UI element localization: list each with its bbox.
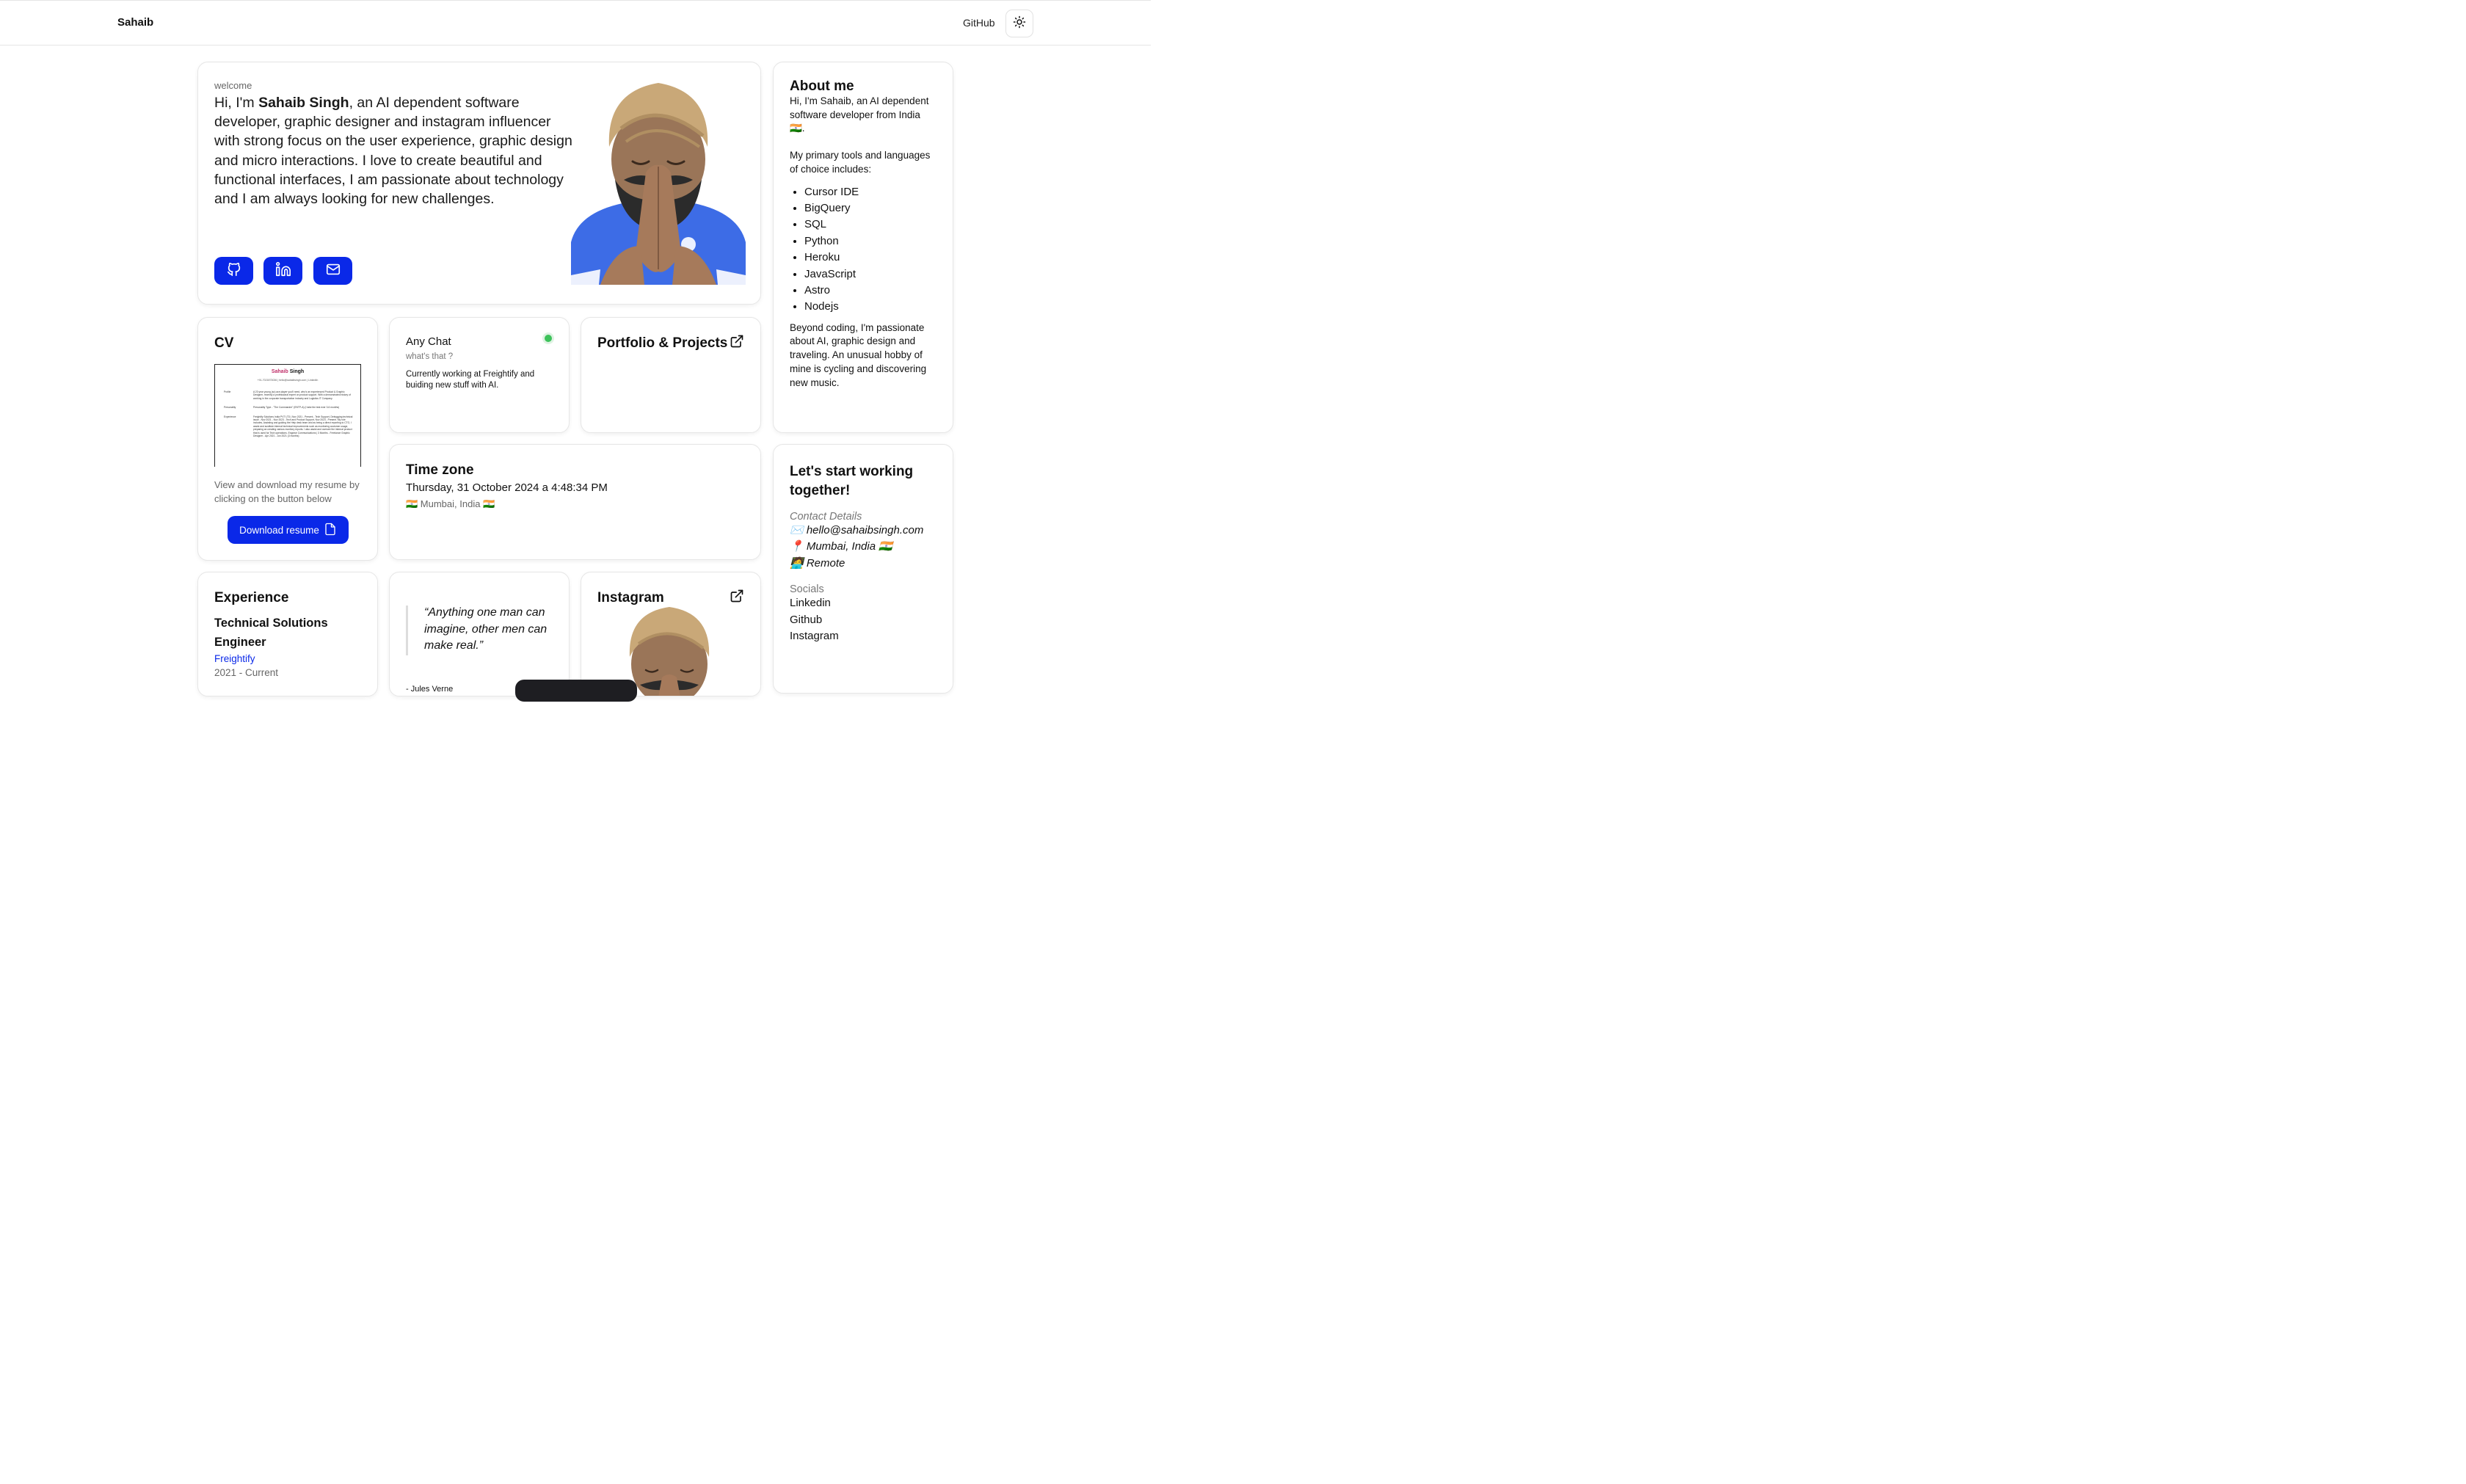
external-link-icon[interactable] <box>730 589 744 607</box>
linkedin-button[interactable] <box>263 257 302 285</box>
status-title: Any Chat <box>406 335 451 348</box>
social-link-github[interactable]: Github <box>790 612 936 628</box>
download-resume-label: Download resume <box>239 524 319 536</box>
brand-logo[interactable]: Sahaib <box>117 16 153 29</box>
list-item: BigQuery <box>804 200 936 217</box>
timezone-location: 🇮🇳 Mumbai, India 🇮🇳 <box>406 498 495 509</box>
status-card: Any Chat what's that ? Currently working… <box>389 317 570 433</box>
socials-label: Socials <box>790 583 824 596</box>
external-link-icon[interactable] <box>730 334 744 352</box>
experience-role: Technical Solutions Engineer <box>214 616 328 649</box>
resume-section-text: A 23 year young (so) ace player you'll n… <box>253 390 351 400</box>
list-item: JavaScript <box>804 266 936 283</box>
resume-name-first: Sahaib <box>271 369 288 374</box>
list-item: Astro <box>804 283 936 299</box>
instagram-title: Instagram <box>597 590 664 605</box>
resume-section-label: Profile <box>224 390 231 393</box>
list-item: Nodejs <box>804 299 936 315</box>
top-navbar: Sahaib GitHub <box>0 0 1151 46</box>
experience-company[interactable]: Freightify <box>214 653 361 664</box>
status-subtitle: what's that ? <box>406 352 454 361</box>
hero-card: welcome Hi, I'm Sahaib Singh, an AI depe… <box>197 62 761 305</box>
contact-title: Let's start working together! <box>790 464 914 498</box>
about-intro: Hi, I'm Sahaib, an AI dependent software… <box>790 95 929 134</box>
quote-border <box>406 605 408 655</box>
email-button[interactable] <box>313 257 352 285</box>
timezone-title: Time zone <box>406 462 474 478</box>
quote-card: “Anything one man can imagine, other men… <box>389 572 570 696</box>
memoji-avatar <box>571 77 746 285</box>
social-link-instagram[interactable]: Instagram <box>790 628 936 644</box>
experience-title: Experience <box>214 590 289 605</box>
quote-text: “Anything one man can imagine, other men… <box>424 606 548 652</box>
portfolio-title: Portfolio & Projects <box>597 335 728 351</box>
cv-description: View and download my resume by clicking … <box>214 479 360 504</box>
contact-location: 📍 Mumbai, India 🇮🇳 <box>790 540 892 553</box>
mail-icon <box>325 261 341 281</box>
resume-section-label: Experience <box>224 415 236 418</box>
quote-author: - Jules Verne <box>406 685 454 694</box>
resume-section-text: Personality Type - "The Commander" (ENTP… <box>253 406 340 410</box>
list-item: SQL <box>804 217 936 233</box>
cv-title: CV <box>214 335 234 351</box>
social-link-linkedin[interactable]: Linkedin <box>790 595 936 611</box>
contact-details-label: Contact Details <box>790 511 862 523</box>
resume-preview[interactable]: Sahaib Singh +91-7021873036 | hello@saha… <box>214 364 361 467</box>
linkedin-icon <box>275 261 291 281</box>
hero-name: Sahaib Singh <box>258 95 349 111</box>
contact-email[interactable]: ✉️ hello@sahaibsingh.com <box>790 523 936 539</box>
file-icon <box>324 522 337 539</box>
about-outro: Beyond coding, I'm passionate about AI, … <box>790 321 927 388</box>
instagram-avatar <box>624 605 716 696</box>
list-item: Python <box>804 233 936 250</box>
portfolio-card[interactable]: Portfolio & Projects <box>581 317 761 433</box>
github-icon <box>226 261 242 281</box>
cv-card: CV Sahaib Singh +91-7021873036 | hello@s… <box>197 317 378 561</box>
resume-name-last: Singh <box>288 369 305 374</box>
download-resume-button[interactable]: Download resume <box>228 516 349 544</box>
status-body: Currently working at Freightify and buid… <box>406 370 535 390</box>
about-card: About me Hi, I'm Sahaib, an AI dependent… <box>773 62 953 433</box>
instagram-card[interactable]: Instagram <box>581 572 761 696</box>
hero-intro: Hi, I'm Sahaib Singh, an AI dependent so… <box>214 93 578 208</box>
theme-toggle-button[interactable] <box>1005 10 1033 37</box>
list-item: Heroku <box>804 250 936 266</box>
hero-eyebrow: welcome <box>214 80 252 91</box>
hero-intro-prefix: Hi, I'm <box>214 95 259 111</box>
github-button[interactable] <box>214 257 253 285</box>
experience-card: Experience Technical Solutions Engineer … <box>197 572 378 696</box>
timezone-card: Time zone Thursday, 31 October 2024 a 4:… <box>389 444 761 560</box>
list-item: Cursor IDE <box>804 184 936 200</box>
resume-contact: +91-7021873036 | hello@sahaibsingh.com |… <box>257 379 319 382</box>
contact-work-mode: 🧑‍💻 Remote <box>790 556 845 570</box>
hero-intro-rest: , an AI dependent software developer, gr… <box>214 95 572 208</box>
floating-dock[interactable] <box>515 680 637 702</box>
resume-section-text: Freightify Solutions India PVT LTD | Nov… <box>253 415 353 438</box>
experience-dates: 2021 - Current <box>214 667 279 678</box>
online-status-dot <box>542 332 554 344</box>
sun-icon <box>1013 15 1026 32</box>
contact-card: Let's start working together! Contact De… <box>773 444 953 694</box>
about-tools-intro: My primary tools and languages of choice… <box>790 150 931 175</box>
resume-section-label: Personality <box>224 406 236 410</box>
about-title: About me <box>790 79 854 94</box>
current-datetime: Thursday, 31 October 2024 a 4:48:34 PM <box>406 481 608 494</box>
tools-list: Cursor IDE BigQuery SQL Python Heroku Ja… <box>804 184 936 316</box>
nav-github-link[interactable]: GitHub <box>963 17 995 29</box>
